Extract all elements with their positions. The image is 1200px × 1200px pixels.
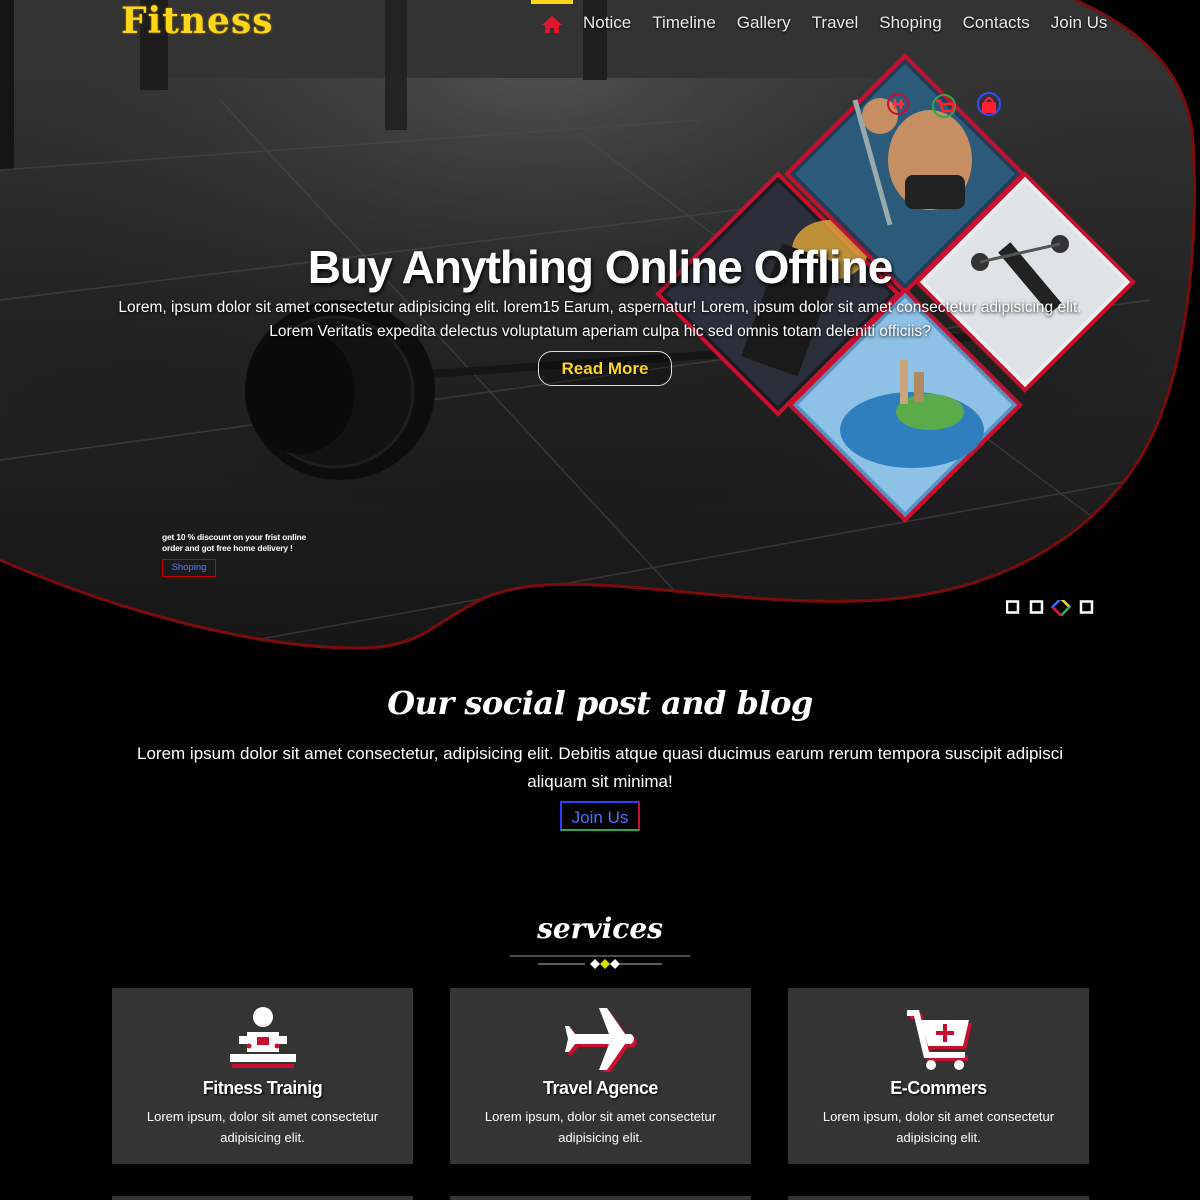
- join-us-button[interactable]: Join Us: [560, 801, 640, 831]
- nav-link-timeline[interactable]: Timeline: [652, 13, 716, 33]
- service-title: Fitness Trainig: [202, 1078, 323, 1098]
- service-card-ecommerce[interactable]: E-Commers Lorem ipsum, dolor sit amet co…: [788, 988, 1089, 1164]
- shoping-button[interactable]: Shoping: [162, 559, 216, 577]
- nav-home-link[interactable]: [531, 0, 573, 34]
- blog-title: Our social post and blog: [387, 684, 813, 722]
- slider-dots: [1006, 600, 1094, 616]
- service-title: E-Commers: [890, 1078, 987, 1098]
- slider-dot[interactable]: [1006, 600, 1020, 614]
- service-text: Lorem ipsum, dolor sit amet consectetur …: [822, 1109, 1055, 1145]
- cart-plus-icon: [907, 1010, 972, 1070]
- nav-links: Notice Timeline Gallery Travel Shoping C…: [583, 13, 1128, 33]
- service-card-fitness[interactable]: Fitness Trainig Lorem ipsum, dolor sit a…: [112, 988, 413, 1164]
- nav-link-contacts[interactable]: Contacts: [963, 13, 1030, 33]
- hero-text: Lorem, ipsum dolor sit amet consectetur …: [118, 299, 1082, 340]
- hero-title: Buy Anything Online Offline: [307, 241, 894, 293]
- hero-section: Fitness Notice Timeline Gallery Travel S…: [0, 0, 1200, 660]
- nav-link-join-us[interactable]: Join Us: [1051, 13, 1108, 33]
- nav-link-gallery[interactable]: Gallery: [737, 13, 791, 33]
- trainer-icon: [230, 1007, 296, 1068]
- nav-link-notice[interactable]: Notice: [583, 13, 631, 33]
- plane-icon: [565, 1008, 637, 1072]
- service-text: Lorem ipsum, dolor sit amet consectetur …: [146, 1109, 379, 1145]
- slider-dot[interactable]: [1079, 600, 1094, 614]
- next-row-card: [112, 1196, 413, 1200]
- home-icon: [542, 16, 562, 33]
- read-more-button[interactable]: Read More: [538, 351, 672, 386]
- blog-text: Lorem ipsum dolor sit amet consectetur, …: [137, 744, 1063, 791]
- nav-active-indicator: [531, 0, 573, 4]
- slider-dot-active[interactable]: [1050, 600, 1072, 616]
- next-row-card: [450, 1196, 751, 1200]
- site-logo[interactable]: Fitness: [121, 0, 273, 42]
- next-row-card: [788, 1196, 1089, 1200]
- services-divider: [510, 955, 690, 969]
- nav-link-shoping[interactable]: Shoping: [879, 13, 941, 33]
- promo-text: get 10 % discount on your frist online o…: [162, 532, 306, 553]
- top-nav: Fitness Notice Timeline Gallery Travel S…: [0, 0, 1200, 50]
- service-text: Lorem ipsum, dolor sit amet consectetur …: [484, 1109, 717, 1145]
- nav-link-travel[interactable]: Travel: [812, 13, 859, 33]
- services-title: services: [537, 912, 663, 945]
- service-card-travel[interactable]: Travel Agence Lorem ipsum, dolor sit ame…: [450, 988, 751, 1164]
- slider-dot[interactable]: [1029, 600, 1044, 614]
- service-title: Travel Agence: [543, 1078, 658, 1098]
